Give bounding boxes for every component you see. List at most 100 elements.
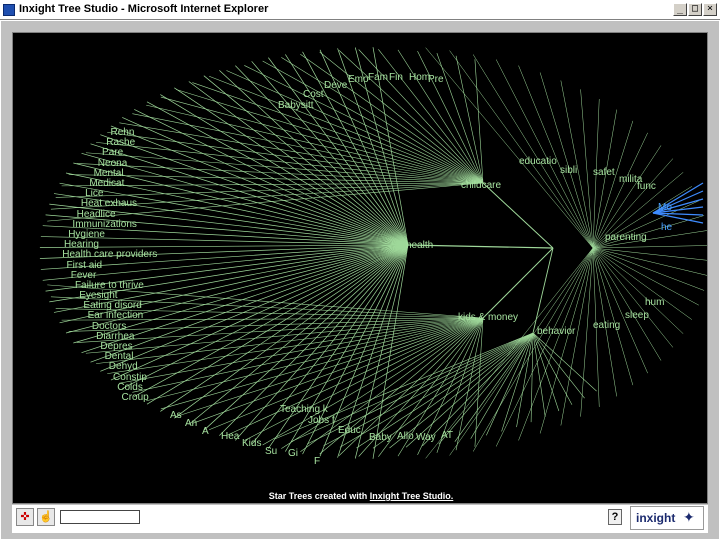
branch-line — [132, 113, 484, 184]
close-icon[interactable]: × — [703, 3, 717, 16]
tree-node-label[interactable]: Dehyd — [109, 362, 138, 372]
footer-credit: Star Trees created with Inxight Tree Stu… — [13, 491, 707, 501]
branch-line — [76, 317, 484, 343]
tree-node-label[interactable]: Hea — [221, 432, 239, 442]
tree-node-label[interactable]: Health care providers — [62, 250, 157, 260]
applet-toolbar: ✜ ☝ ? inxight ✦ — [12, 505, 708, 533]
branch-line — [61, 182, 484, 187]
branch-line — [425, 247, 594, 459]
branch-line — [592, 247, 707, 276]
branch-line — [85, 317, 484, 354]
tree-node-label[interactable]: kids & money — [458, 313, 518, 323]
tree-node-label[interactable]: Way — [416, 433, 436, 443]
branch-line — [592, 245, 707, 249]
branch-line — [425, 47, 594, 249]
tree-node-label[interactable]: Cost — [303, 90, 324, 100]
branch-line — [122, 117, 409, 246]
hand-icon[interactable]: ☝ — [37, 508, 55, 526]
tree-node-label[interactable]: Hom — [409, 73, 430, 83]
branch-line — [132, 317, 484, 393]
branch-line — [532, 332, 573, 405]
tree-node-label[interactable]: AT — [441, 431, 453, 441]
tree-node-label[interactable]: A — [202, 427, 209, 437]
tree-node-label[interactable]: Gi — [288, 449, 298, 459]
branch-line — [378, 49, 484, 184]
tree-node-label[interactable]: func — [637, 182, 656, 192]
tree-node-label[interactable]: Jobs f — [308, 416, 335, 426]
branch-line — [176, 317, 484, 417]
tree-node-label[interactable]: sleep — [625, 311, 649, 321]
branch-line — [592, 247, 705, 291]
branch-line — [592, 247, 692, 320]
branch-line — [482, 247, 554, 319]
branch-line — [472, 54, 594, 249]
logo-text: inxight — [636, 511, 676, 525]
branch-line — [580, 89, 594, 249]
tree-node-label[interactable]: Pare — [102, 148, 123, 158]
tree-node-label[interactable]: First aid — [67, 260, 103, 271]
branch-line — [532, 332, 585, 399]
branch-line — [532, 332, 546, 417]
tree-node-label[interactable]: parenting — [605, 233, 647, 243]
tree-node-label[interactable]: sibli — [560, 166, 577, 176]
tree-node-label[interactable]: hum — [645, 298, 664, 308]
tree-node-label[interactable]: Mo — [658, 203, 672, 213]
search-input[interactable] — [60, 510, 140, 524]
branch-line — [85, 152, 484, 184]
branch-line — [76, 163, 484, 184]
tree-node-label[interactable]: Babysitt — [278, 101, 314, 111]
footer-link[interactable]: Inxight Tree Studio. — [370, 491, 454, 501]
tree-node-label[interactable]: Baby — [369, 433, 392, 443]
window-title: Inxight Tree Studio - Microsoft Internet… — [19, 3, 269, 15]
minimize-icon[interactable]: _ — [673, 3, 687, 16]
tree-node-label[interactable]: Kids — [242, 439, 261, 449]
window-titlebar: Inxight Tree Studio - Microsoft Internet… — [0, 0, 720, 20]
tree-node-label[interactable]: health — [406, 241, 433, 251]
tree-node-label[interactable]: Fin — [389, 73, 403, 83]
maximize-icon[interactable]: □ — [688, 3, 702, 16]
tree-node-label[interactable]: eating — [593, 321, 620, 331]
tree-node-label[interactable]: Educ — [338, 426, 361, 436]
branch-line — [146, 104, 484, 184]
ie-app-icon — [3, 4, 15, 16]
tree-node-label[interactable]: Fam — [368, 73, 388, 83]
tree-node-label[interactable]: behavior — [537, 327, 575, 337]
branch-line — [68, 174, 484, 184]
branch-line — [482, 182, 554, 249]
inxight-logo: inxight ✦ — [630, 506, 704, 530]
branch-line — [501, 332, 534, 432]
tree-node-label[interactable]: safet — [593, 168, 615, 178]
branch-line — [592, 109, 617, 249]
help-icon[interactable]: ? — [608, 509, 622, 525]
tree-node-label[interactable]: childcare — [461, 181, 501, 191]
star-mark-icon: ✦ — [683, 509, 695, 525]
tree-node-label[interactable]: Su — [265, 447, 277, 457]
tree-node-label[interactable]: Croup — [122, 393, 149, 403]
crosshair-icon[interactable]: ✜ — [16, 508, 34, 526]
tree-node-label[interactable]: An — [185, 419, 197, 429]
tree-node-label[interactable]: Deve — [324, 81, 347, 91]
tree-node-label[interactable]: Pre — [428, 75, 444, 85]
branch-line — [592, 247, 707, 261]
tree-node-label[interactable]: Ear infection — [88, 311, 144, 321]
branch-line — [405, 332, 534, 448]
tree-node-label[interactable]: he — [661, 223, 672, 233]
tree-node-label[interactable]: As — [170, 411, 182, 421]
branch-line — [110, 244, 409, 381]
branch-line — [192, 317, 484, 424]
branch-line — [438, 332, 534, 445]
branch-line — [176, 89, 484, 184]
tree-node-label[interactable]: F — [314, 457, 320, 467]
tree-node-label[interactable]: Heat exhaus — [81, 199, 137, 209]
branch-line — [146, 317, 484, 402]
tree-node-label[interactable]: Emo — [348, 75, 369, 85]
branch-line — [539, 247, 594, 434]
star-tree-canvas[interactable]: Rehn Rashe Pare Neona Mental Medicat Lice Heat … — [12, 32, 708, 504]
branch-line — [530, 332, 534, 423]
branch-line — [358, 49, 484, 184]
tree-node-label[interactable]: Teaching k — [280, 405, 328, 415]
branch-line — [417, 51, 484, 184]
branch-line — [580, 247, 594, 417]
tree-node-label[interactable]: educatio — [519, 157, 557, 167]
tree-node-label[interactable]: Allo — [397, 432, 414, 442]
